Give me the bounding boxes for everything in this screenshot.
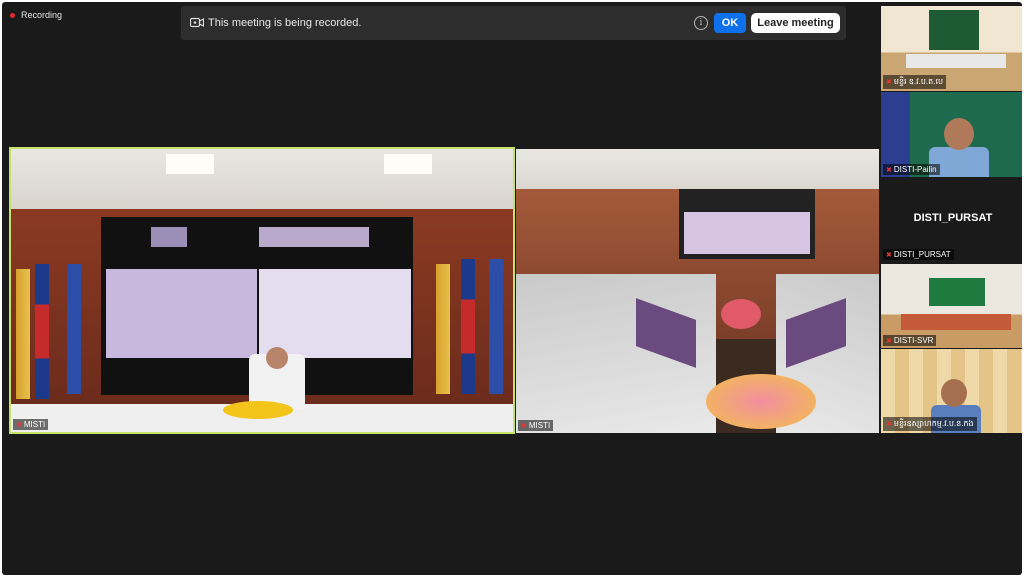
participant-head [266, 347, 288, 369]
flower-arrangement [721, 299, 761, 329]
participant-name-tag: ✖ DISTI_PURSAT [883, 249, 954, 260]
ok-button[interactable]: OK [714, 13, 746, 33]
video-tile-active-speaker[interactable]: ✖ MISTI [9, 147, 515, 434]
participant-name-tag: ✖ DISTI-Pailin [883, 164, 940, 175]
display-screen [106, 269, 257, 358]
video-tile-side[interactable]: ✖ DISTI-Pailin [881, 92, 1022, 177]
flag [461, 259, 475, 394]
participant-name-tag: ✖ MISTI [13, 419, 49, 430]
participant-head [941, 379, 967, 407]
display-thumb [151, 227, 187, 247]
participant-name: មន្ទីរ ឧ.វ.ប.ត.បេ [893, 77, 944, 86]
mic-off-icon: ✖ [521, 422, 527, 430]
video-tile-side[interactable]: ✖ DISTI-SVR [881, 264, 1022, 348]
participant-name-tag: ✖ DISTI-SVR [883, 335, 937, 346]
camera-record-icon [190, 17, 204, 28]
participant-name: មន្ទីរឧស្សាហកម្ម.វ.ប.ន.កង [893, 419, 974, 428]
participant-display-name: DISTI_PURSAT [913, 212, 993, 224]
participant-name-tag: ✖ MISTI [518, 420, 554, 431]
mic-off-icon: ✖ [886, 337, 892, 345]
mic-off-icon: ✖ [886, 251, 892, 259]
flower-arrangement [223, 401, 293, 419]
meeting-window: Recording This meeting is being recorded… [2, 2, 1022, 575]
flag [67, 264, 81, 394]
mic-off-icon: ✖ [16, 421, 22, 429]
conference-desk [901, 314, 1011, 330]
participant-name: MISTI [23, 420, 46, 429]
mic-off-icon: ✖ [886, 421, 892, 428]
recording-label: Recording [21, 10, 63, 20]
participant-name: DISTI_PURSAT [893, 250, 951, 259]
participant-name: DISTI-Pailin [893, 165, 937, 174]
participant-name-tag: ✖ មន្ទីរឧស្សាហកម្ម.វ.ប.ន.កង [883, 417, 977, 431]
video-tile-side-camera-off[interactable]: DISTI_PURSAT ✖ DISTI_PURSAT [881, 178, 1022, 262]
flower-arrangement [706, 374, 816, 429]
leave-meeting-button[interactable]: Leave meeting [751, 13, 840, 33]
participant-name-tag: ✖ មន្ទីរ ឧ.វ.ប.ត.បេ [883, 75, 947, 89]
flag [35, 264, 49, 399]
video-ceiling [11, 149, 513, 209]
mic-off-icon: ✖ [886, 79, 892, 86]
display-screen [259, 269, 411, 358]
recording-message: This meeting is being recorded. [208, 17, 362, 29]
info-icon[interactable]: i [694, 16, 708, 30]
conference-desk [906, 54, 1006, 68]
mic-off-icon: ✖ [886, 166, 892, 174]
participant-name: DISTI-SVR [893, 336, 934, 345]
recording-indicator: Recording [10, 10, 62, 20]
display-thumb [259, 227, 369, 247]
ceiling-light [166, 154, 214, 174]
video-tile-side[interactable]: ✖ មន្ទីរ ឧ.វ.ប.ត.បេ [881, 6, 1022, 91]
flag [16, 269, 30, 399]
backdrop-banner [929, 10, 979, 50]
video-tile-side[interactable]: ✖ មន្ទីរឧស្សាហកម្ម.វ.ប.ន.កង [881, 349, 1022, 433]
recording-banner: This meeting is being recorded. i OK Lea… [181, 6, 846, 40]
participant-name: MISTI [528, 421, 551, 430]
flag [489, 259, 503, 394]
video-tile-conference-room[interactable]: ✖ MISTI [516, 149, 879, 433]
recording-dot-icon [10, 12, 15, 18]
backdrop-banner [929, 278, 985, 306]
flag [436, 264, 450, 394]
display-screen [684, 212, 810, 254]
ceiling-light [384, 154, 432, 174]
participant-head [944, 118, 974, 150]
